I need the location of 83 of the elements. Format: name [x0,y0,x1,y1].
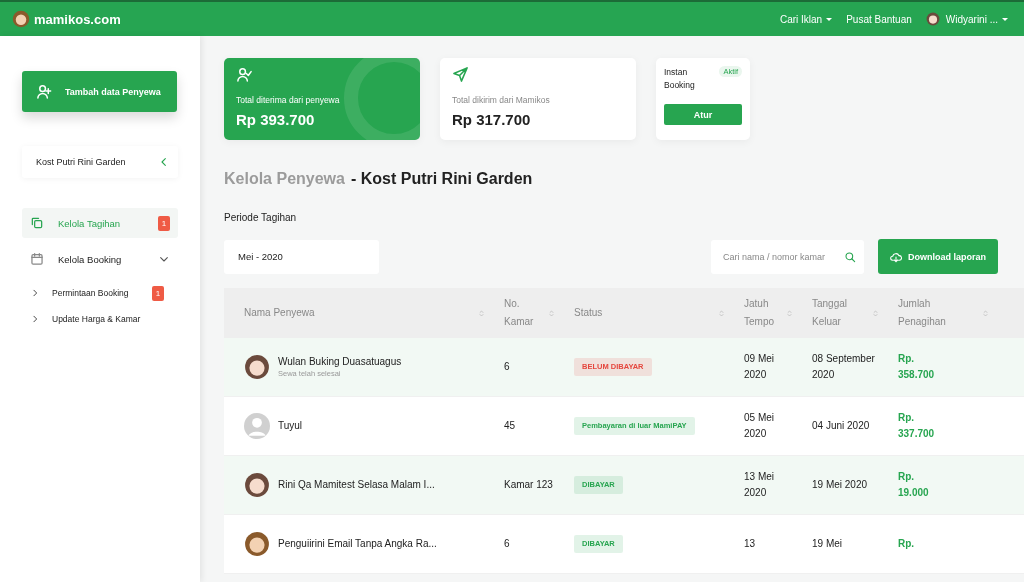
table-cell: 19 Mei 2020 [812,479,868,490]
table-cell: 19 Mei [812,538,842,549]
sort-icon [871,308,880,318]
table-cell: 45 [504,420,516,431]
count-badge: 1 [152,285,164,301]
nav-link[interactable]: Cari Iklan [779,13,833,25]
logo-icon [12,10,30,28]
table-cell: 09 Mei 2020 [744,353,774,380]
column-header-label: Jumlah Penagihan [898,297,947,329]
avatar-icon [244,472,270,498]
search-field[interactable]: Cari nama / nomor kamar [711,239,864,274]
column-header[interactable]: No. Kamar [494,295,564,331]
table-cell: Kamar 123 [504,479,553,490]
amount-cell-text: Rp. 358.700 [898,352,936,382]
column-header[interactable]: Jatuh Tempo [734,295,802,331]
column-header[interactable]: Jumlah Penagihan [888,295,998,331]
caret-icon [1002,17,1008,21]
avatar-icon [244,531,270,557]
card-amount: Rp 393.700 [236,111,316,128]
sort-icon [981,308,990,318]
download-button[interactable]: Download laporan [878,239,998,274]
column-header[interactable]: Nama Penyewa [224,304,494,322]
search-icon [844,250,856,263]
submenu-item-label: Permintaan Booking [52,288,130,298]
table-cell: 6 [504,361,510,372]
copy-icon [30,216,44,230]
sort-icon [785,308,794,318]
tenant-name: Wulan Buking Duasatuagus [278,355,402,369]
column-header-label: No. Kamar [504,297,535,329]
sort-icon [547,308,556,318]
page-title: - Kost Putri Rini Garden [350,170,533,188]
avatar-placeholder-icon [244,413,270,439]
chevron-right-icon [30,288,40,298]
table-cell: 6 [504,538,510,549]
column-header-label: Tanggal Keluar [812,297,849,329]
amount-cell-text: Rp. 337.700 [898,411,936,441]
chevron-right-icon [30,314,40,324]
submenu-item[interactable]: Update Harga & Kamar [22,306,178,332]
amount-cell-text: Rp. [898,537,916,551]
add-tenant-button[interactable]: Tambah data Penyewa [22,71,177,112]
tenant-name: Penguiirini Email Tanpa Angka Ra... [278,537,437,551]
table-cell: 13 Mei 2020 [744,471,774,498]
avatar-icon [925,12,940,26]
column-header-label: Jatuh Tempo [744,297,775,329]
user-menu[interactable]: Widyarini ... [925,12,1008,26]
table-cell: 05 Mei 2020 [744,412,774,439]
property-selector[interactable]: Kost Putri Rini Garden [22,146,178,178]
card-label: Total dikirim dari Mamikos [452,95,551,105]
card-amount: Rp 317.700 [452,111,532,128]
submenu-item-label: Update Harga & Kamar [52,314,142,324]
period-selector[interactable]: Mei - 2020 [224,239,379,274]
tenant-name: Tuyul [278,419,303,433]
menu-item[interactable]: Kelola Booking [22,244,178,274]
column-header-label: Status [574,306,603,320]
submenu-item[interactable]: Permintaan Booking 1 [22,280,178,306]
instant-booking-title: Instan Booking [664,66,696,92]
table-cell: 13 [744,538,756,549]
card-label: Total diterima dari penyewa [236,95,341,105]
calendar-icon [30,252,44,266]
column-header-label: Nama Penyewa [244,306,315,320]
column-header[interactable]: Status [564,304,734,322]
column-header[interactable]: Tanggal Keluar [802,295,888,331]
user-check-icon [236,66,253,83]
menu-item-label: Kelola Tagihan [58,217,122,229]
tenant-name: Rini Qa Mamitest Selasa Malam I... [278,478,435,492]
settings-button[interactable]: Atur [664,104,742,125]
sort-icon [477,308,486,318]
amount-cell-text: Rp. 19.000 [898,470,930,500]
avatar-icon [244,354,270,380]
menu-item-label: Kelola Booking [58,253,123,265]
user-plus-icon [36,83,53,100]
table-cell: 08 September 2020 [812,353,875,380]
breadcrumb-text: Kelola Penyewa [224,170,345,188]
period-label: Periode Tagihan [224,212,298,223]
caret-icon [826,17,833,21]
count-badge: 1 [158,215,170,231]
table-cell: 04 Juni 2020 [812,420,870,431]
sort-icon [717,308,726,318]
cloud-download-icon [890,250,902,263]
send-icon [452,66,469,83]
nav-link[interactable]: Pusat Bantuan [846,13,912,25]
logo-text[interactable]: mamikos.com [34,11,121,27]
menu-item[interactable]: Kelola Tagihan 1 [22,208,178,238]
